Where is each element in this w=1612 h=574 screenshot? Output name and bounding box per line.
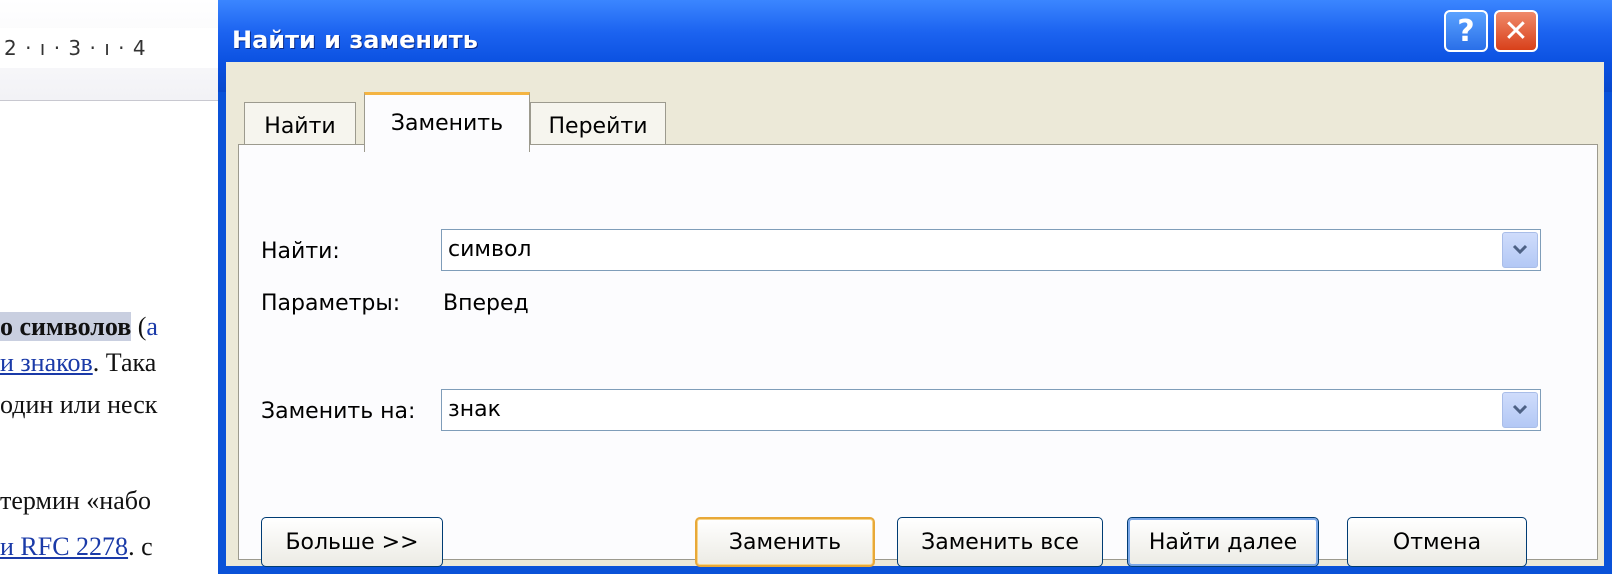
replace-tab-panel: Найти: символ Параметры: Вперед Заменить… [238,144,1598,567]
document-background: 2 · ı · 3 · ı · 4 о символов (а и знаков… [0,0,240,574]
doc-link-rfc[interactable]: и RFC 2278 [0,532,128,561]
close-icon: ✕ [1503,13,1529,49]
doc-line-2: и знаков. Така [0,348,157,377]
doc-line-1: о символов (а [0,312,158,341]
find-input[interactable]: символ [448,237,531,262]
find-label: Найти: [261,239,340,264]
params-label: Параметры: [261,291,401,316]
replace-dropdown-button[interactable] [1502,392,1538,428]
dialog-client-area: Найти Заменить Перейти Найти: символ Пар… [226,62,1604,567]
doc-link-znakov[interactable]: и знаков [0,348,93,377]
replace-all-button[interactable]: Заменить все [897,517,1103,567]
replace-label: Заменить на: [261,399,416,424]
replace-combobox[interactable]: знак [441,389,1541,431]
doc-highlighted-term: о символов [0,312,132,341]
chevron-down-icon [1512,404,1528,415]
help-icon: ? [1457,13,1475,49]
more-button[interactable]: Больше >> [261,517,443,567]
help-button[interactable]: ? [1444,10,1488,52]
cancel-button[interactable]: Отмена [1347,517,1527,567]
doc-line-5: и RFC 2278. с [0,532,153,561]
doc-line-3: один или неск [0,390,158,419]
find-combobox[interactable]: символ [441,229,1541,271]
ruler: 2 · ı · 3 · ı · 4 [0,0,240,101]
find-next-button[interactable]: Найти далее [1127,517,1319,567]
dialog-title: Найти и заменить [232,26,478,54]
replace-button[interactable]: Заменить [695,517,875,567]
ruler-numbers: 2 · ı · 3 · ı · 4 [4,36,147,60]
find-replace-dialog: Найти и заменить ? ✕ Найти Заменить Пере… [218,0,1612,574]
tab-replace[interactable]: Заменить [364,92,530,152]
chevron-down-icon [1512,244,1528,255]
close-button[interactable]: ✕ [1494,10,1538,52]
tab-goto[interactable]: Перейти [530,102,666,150]
params-value: Вперед [443,291,529,316]
doc-link[interactable]: а [146,312,158,341]
replace-input[interactable]: знак [448,397,501,422]
doc-line-4: термин «набо [0,486,151,515]
find-dropdown-button[interactable] [1502,232,1538,268]
tab-find[interactable]: Найти [244,102,356,150]
